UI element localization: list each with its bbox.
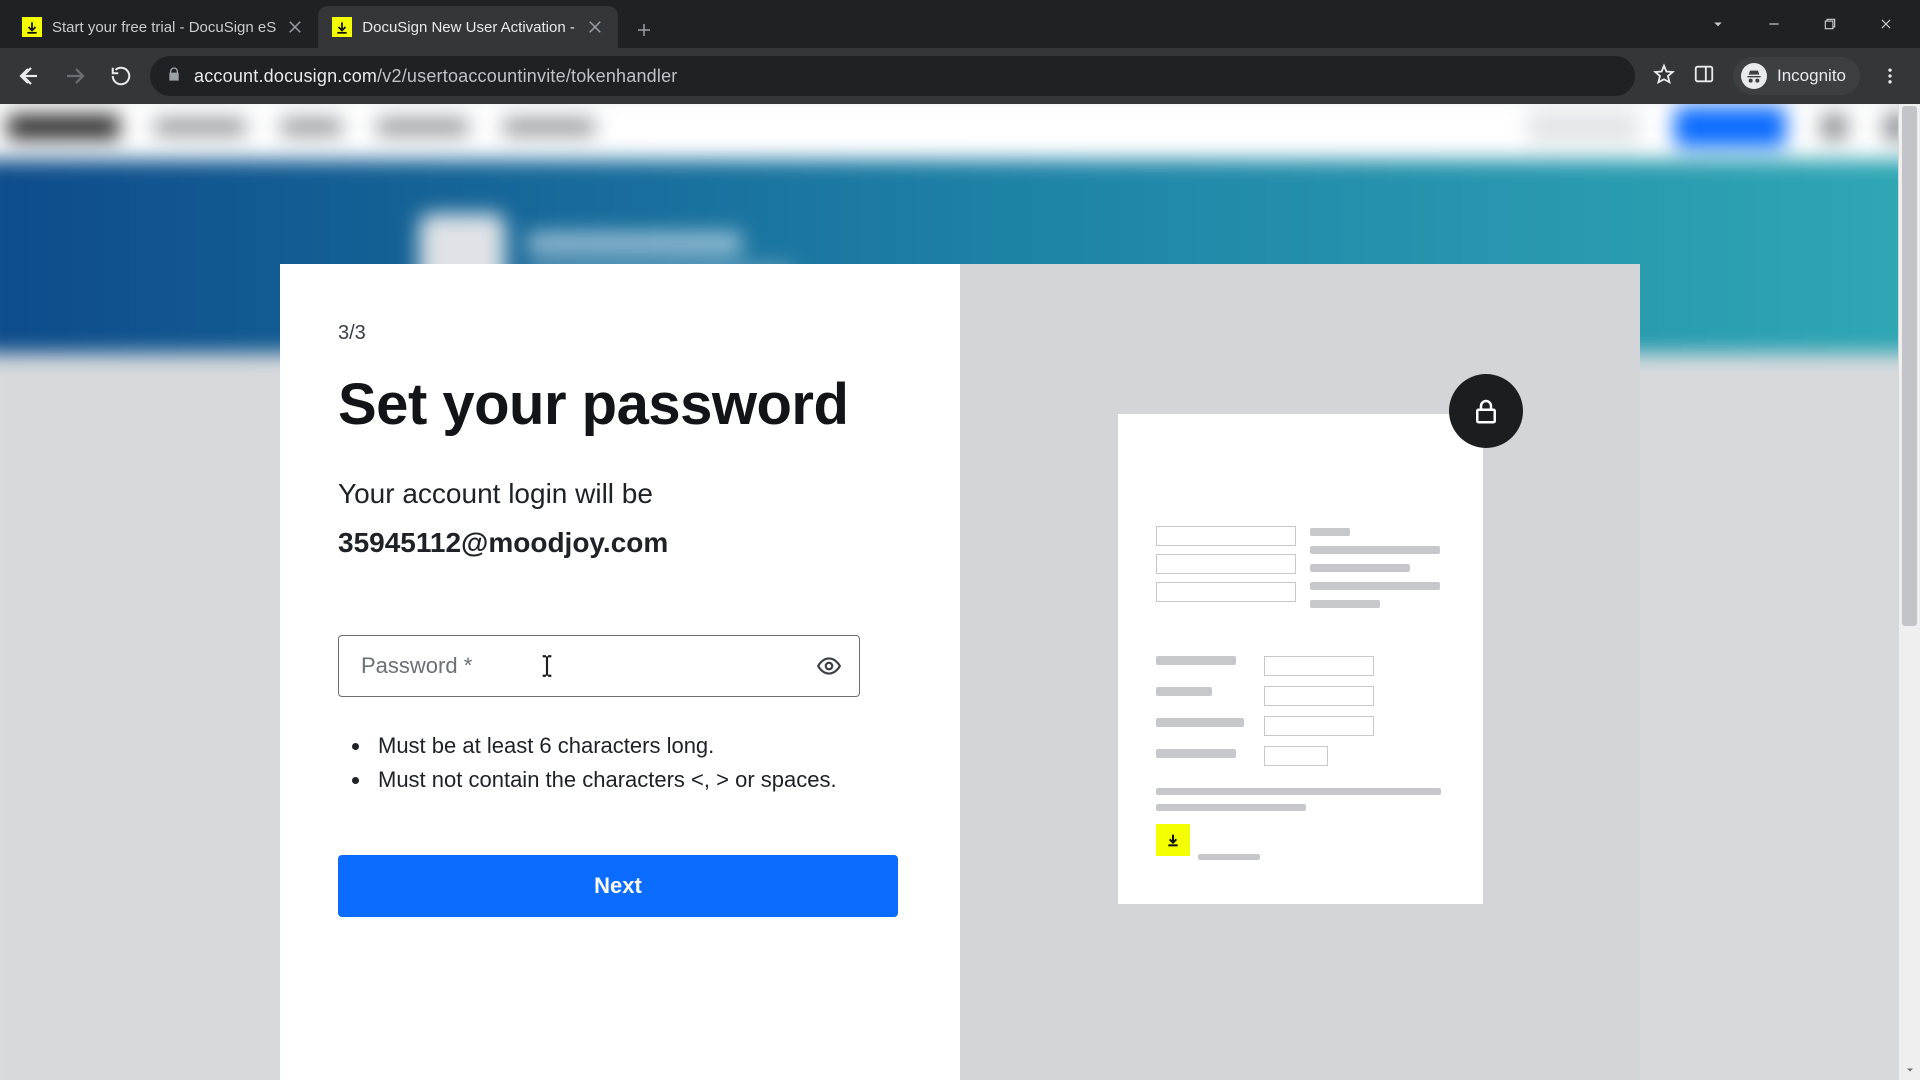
page-viewport: 3/3 Set your password Your account login… — [0, 104, 1920, 1080]
browser-tab[interactable]: Start your free trial - DocuSign eS — [8, 6, 318, 48]
account-email: 35945112@moodjoy.com — [338, 521, 902, 564]
title-bar: Start your free trial - DocuSign eS Docu… — [0, 0, 1920, 48]
toolbar-right: Incognito — [1647, 57, 1908, 95]
password-rule: Must be at least 6 characters long. — [372, 729, 842, 763]
address-bar[interactable]: account.docusign.com/v2/usertoaccountinv… — [150, 56, 1635, 96]
docusign-favicon-icon — [22, 17, 42, 37]
minimize-button[interactable] — [1760, 10, 1788, 38]
scrollbar-thumb[interactable] — [1902, 106, 1917, 626]
browser-window: Start your free trial - DocuSign eS Docu… — [0, 0, 1920, 1080]
document-illustration — [1118, 414, 1483, 904]
signature-stamp-icon — [1156, 824, 1190, 856]
set-password-modal: 3/3 Set your password Your account login… — [280, 264, 1640, 1080]
bookmark-button[interactable] — [1653, 63, 1675, 90]
side-panel-button[interactable] — [1693, 63, 1715, 90]
password-rule: Must not contain the characters <, > or … — [372, 763, 842, 797]
lock-icon[interactable] — [166, 66, 182, 87]
window-controls — [1704, 0, 1920, 48]
docusign-favicon-icon — [332, 17, 352, 37]
new-tab-button[interactable] — [626, 12, 662, 48]
subtitle-lead: Your account login will be — [338, 478, 653, 509]
close-tab-icon[interactable] — [286, 18, 304, 36]
password-rules-list: Must be at least 6 characters long. Must… — [372, 729, 902, 797]
tab-search-button[interactable] — [1704, 10, 1732, 38]
step-indicator: 3/3 — [338, 322, 902, 345]
toggle-password-visibility-button[interactable] — [814, 651, 844, 681]
next-button[interactable]: Next — [338, 855, 898, 917]
url-text: account.docusign.com/v2/usertoaccountinv… — [194, 66, 678, 87]
modal-subtitle: Your account login will be 35945112@mood… — [338, 472, 902, 565]
close-window-button[interactable] — [1872, 10, 1900, 38]
incognito-indicator[interactable]: Incognito — [1733, 57, 1860, 95]
incognito-label: Incognito — [1777, 66, 1846, 86]
vertical-scrollbar[interactable] — [1898, 104, 1920, 1080]
modal-form-panel: 3/3 Set your password Your account login… — [280, 264, 960, 1080]
browser-tab-active[interactable]: DocuSign New User Activation - — [318, 6, 618, 48]
forward-button[interactable] — [58, 59, 92, 93]
back-button[interactable] — [12, 59, 46, 93]
tab-strip: Start your free trial - DocuSign eS Docu… — [0, 0, 662, 48]
password-input[interactable] — [338, 635, 860, 697]
tab-title: DocuSign New User Activation - — [362, 19, 576, 36]
maximize-button[interactable] — [1816, 10, 1844, 38]
modal-title: Set your password — [338, 375, 902, 436]
tab-title: Start your free trial - DocuSign eS — [52, 19, 276, 36]
reload-button[interactable] — [104, 59, 138, 93]
scroll-down-arrow-icon[interactable] — [1899, 1060, 1920, 1080]
lock-badge-icon — [1449, 374, 1523, 448]
menu-button[interactable] — [1878, 66, 1902, 86]
close-tab-icon[interactable] — [586, 18, 604, 36]
password-field-wrap — [338, 635, 860, 697]
modal-illustration-panel — [960, 264, 1640, 1080]
url-path: /v2/usertoaccountinvite/tokenhandler — [377, 66, 677, 86]
incognito-icon — [1741, 63, 1767, 89]
toolbar: account.docusign.com/v2/usertoaccountinv… — [0, 48, 1920, 104]
url-host: account.docusign.com — [194, 66, 377, 86]
